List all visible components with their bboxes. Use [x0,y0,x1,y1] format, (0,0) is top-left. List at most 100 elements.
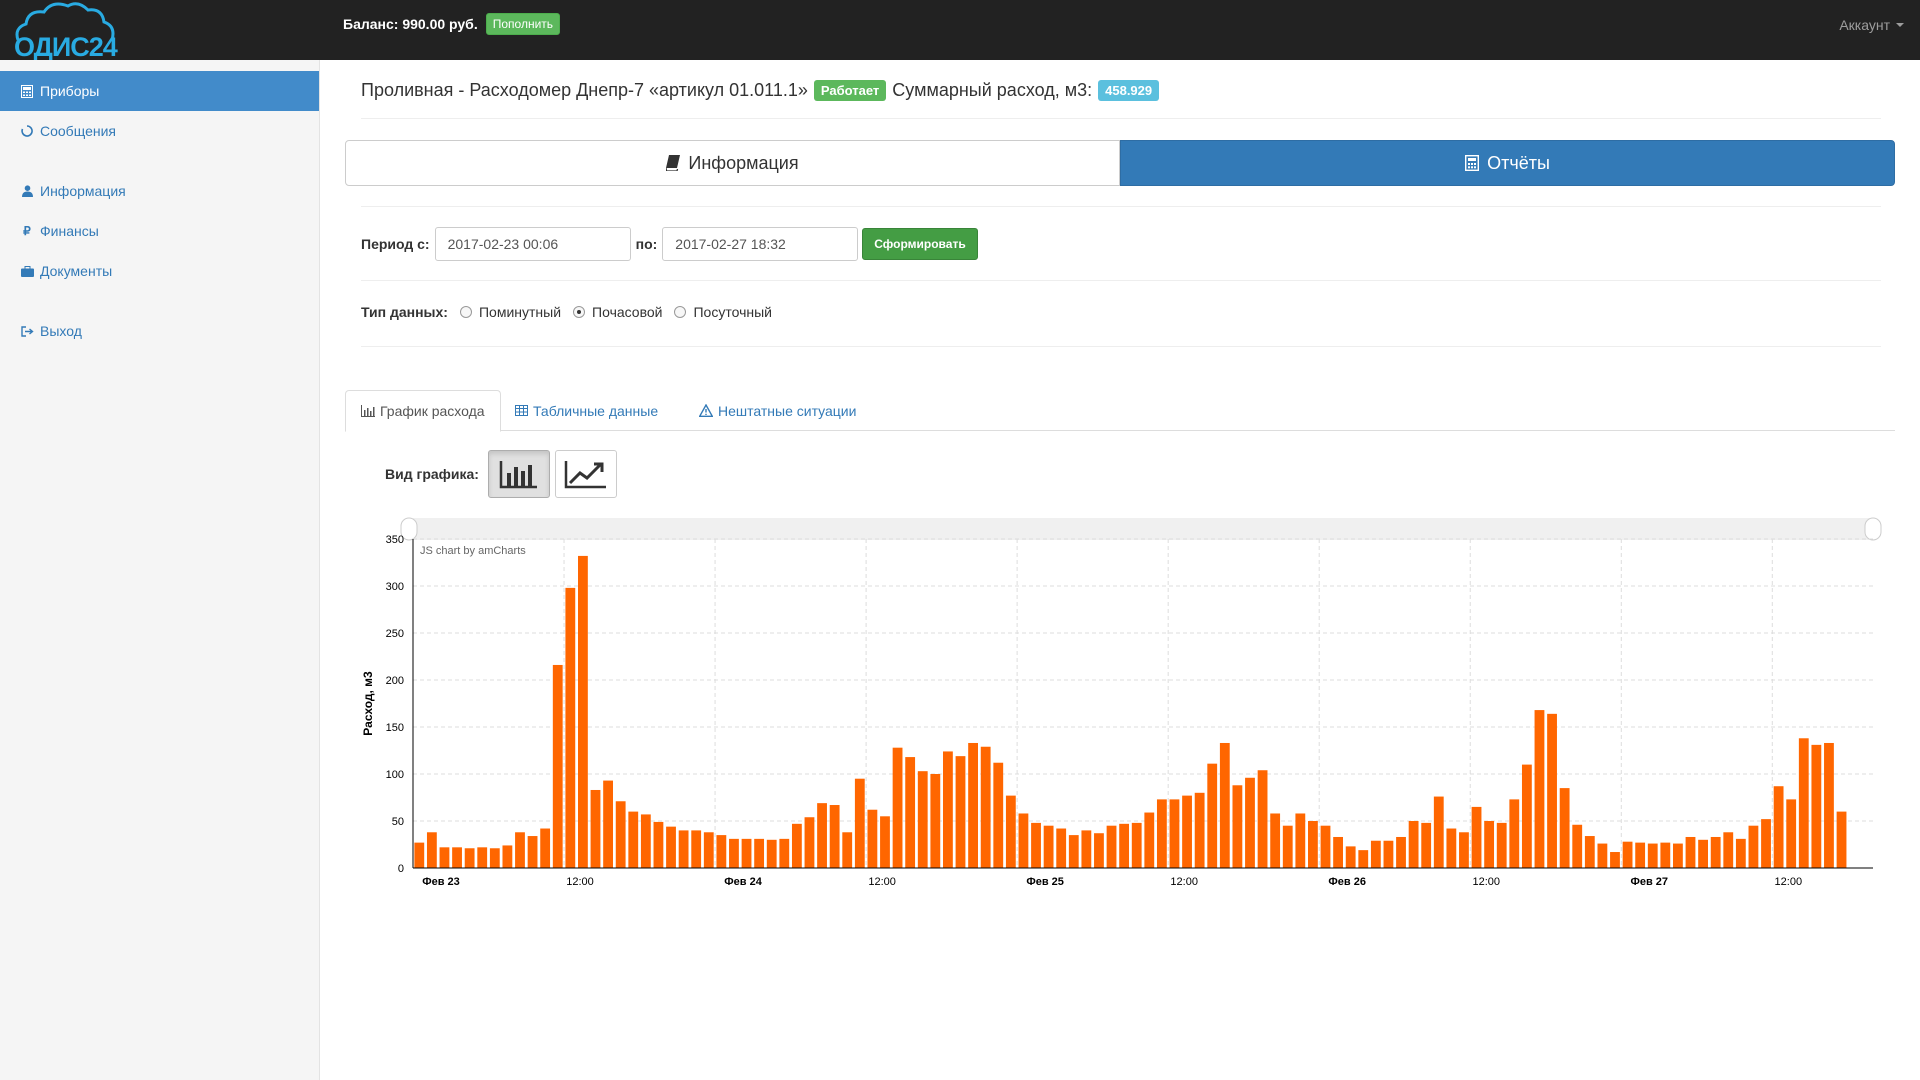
chart-bar[interactable] [1131,822,1142,868]
chart-bar[interactable] [1169,799,1180,868]
chart-bar[interactable] [943,751,953,868]
chart-bar[interactable] [1836,811,1847,868]
chart-bar[interactable] [1761,819,1771,868]
scrollbar-left-grip[interactable] [400,517,418,541]
radio-minute-label[interactable]: Поминутный [479,304,561,320]
chart-bar[interactable] [1383,840,1394,868]
chart-bar[interactable] [842,832,853,868]
chart-bar[interactable] [917,771,928,868]
chart-bar[interactable] [729,838,739,868]
chart-bar[interactable] [1635,842,1646,868]
chart-bar[interactable] [1698,839,1708,868]
chart-bar[interactable] [691,830,702,868]
chart-bar[interactable] [1710,836,1721,868]
chart-bar[interactable] [1333,836,1343,868]
chart-bar[interactable] [892,747,903,868]
chart-bar[interactable] [1308,821,1318,868]
chart-bar[interactable] [628,811,639,868]
radio-hourly-label[interactable]: Почасовой [592,304,662,320]
chart-bar[interactable] [527,836,538,868]
chart-bar[interactable] [1735,838,1746,868]
chart-bar[interactable] [590,789,601,868]
chart-bar[interactable] [603,780,613,868]
chart-bar[interactable] [1282,825,1293,868]
chart-bar[interactable] [1106,825,1117,868]
radio-minute[interactable] [459,306,472,318]
chart-bar[interactable] [1232,785,1243,868]
chart-bar[interactable] [804,817,815,868]
chart-bar[interactable] [1370,840,1381,868]
chart-bar[interactable] [678,830,689,868]
tab-incidents[interactable]: Нештатные ситуации [684,390,871,431]
chart-bar[interactable] [1446,828,1457,868]
chart-bar[interactable] [1534,710,1545,868]
tab-reports[interactable]: Отчёты [1120,140,1895,186]
chart-bar[interactable] [930,774,941,868]
chart-bar[interactable] [955,756,966,868]
chart-bar[interactable] [1547,713,1557,868]
tab-table-data[interactable]: Табличные данные [500,390,673,431]
chart-bar[interactable] [565,587,576,868]
chart-bar[interactable] [1081,830,1092,868]
chart-bar[interactable] [1421,822,1432,868]
chart-bar[interactable] [1257,770,1268,868]
chart-bar[interactable] [1559,788,1570,868]
chart-bar[interactable] [464,848,475,868]
chart-bar[interactable] [477,847,488,868]
period-from-input[interactable] [434,227,631,261]
radio-daily[interactable] [674,306,687,318]
chart-bar[interactable] [829,805,840,868]
chart-bar[interactable] [1509,799,1520,868]
chart-bar[interactable] [880,816,890,868]
chart-bar[interactable] [552,664,563,868]
chart-bar[interactable] [779,838,790,868]
chart-bar[interactable] [1005,795,1016,868]
chart-bar[interactable] [414,842,425,868]
chart-bar[interactable] [489,848,500,868]
chart-bar[interactable] [1358,850,1369,868]
chart-bar[interactable] [640,814,651,868]
chart-bar[interactable] [426,832,437,868]
chart-bar[interactable] [754,838,765,868]
chart-bar[interactable] [1811,744,1822,868]
chart-bar[interactable] [741,838,752,868]
sidebar-item-documents[interactable]: Документы [0,251,319,291]
chart-bar[interactable] [1786,799,1797,868]
chart-bar[interactable] [1824,742,1834,868]
chart-bar[interactable] [1723,832,1734,868]
chart-bar[interactable] [1597,843,1608,868]
chart-bar[interactable] [993,762,1004,868]
chart-bar[interactable] [540,828,551,868]
chart-bar[interactable] [502,845,513,868]
generate-report-button[interactable]: Сформировать [862,228,978,260]
chart-bar[interactable] [1584,836,1595,868]
chart-bar[interactable] [1207,763,1218,868]
radio-daily-label[interactable]: Посуточный [693,304,772,320]
chart-bar[interactable] [1496,822,1507,868]
line-view-button[interactable] [554,450,617,498]
chart-bar[interactable] [1270,813,1281,868]
chart-bar[interactable] [1156,799,1167,868]
chart-bar[interactable] [1471,806,1482,868]
chart-bar[interactable] [1194,792,1205,868]
chart-bar[interactable] [854,778,865,868]
chart-bar[interactable] [980,746,991,868]
chart-bar[interactable] [515,832,525,868]
radio-hourly[interactable] [573,306,586,318]
chart-bar[interactable] [1673,843,1683,868]
chart-bar[interactable] [653,821,664,868]
chart-bar[interactable] [1182,795,1192,868]
sidebar-item-logout[interactable]: Выход [0,311,319,351]
chart-bar[interactable] [766,839,777,868]
chart-bar[interactable] [1245,777,1255,868]
chart-bar[interactable] [439,847,450,868]
chart-bar[interactable] [1219,742,1230,868]
sidebar-item-messages[interactable]: Сообщения [0,111,319,151]
chart-scrollbar[interactable] [413,518,1873,540]
account-dropdown[interactable]: Аккаунт [1839,17,1904,33]
chart-bar[interactable] [817,803,827,868]
chart-bar[interactable] [1459,832,1469,868]
topup-button[interactable]: Пополнить [485,13,561,35]
chart-bar[interactable] [1685,836,1696,868]
chart-bar[interactable] [452,847,462,868]
